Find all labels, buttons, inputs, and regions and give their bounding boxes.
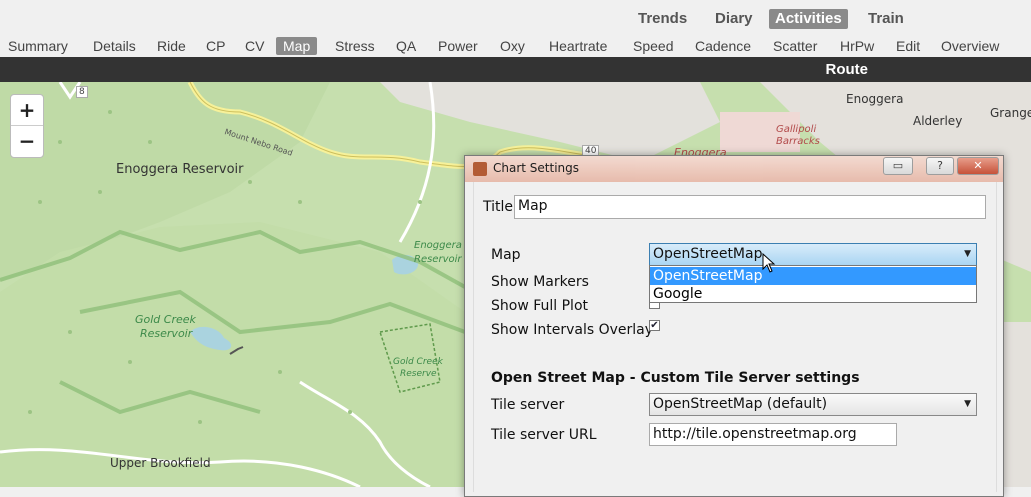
zoom-control: + − [10,94,44,158]
view-train[interactable]: Train [862,9,910,29]
tab-map[interactable]: Map [276,37,318,55]
map-label: Reservoir [140,327,193,340]
mouse-cursor-icon [762,253,776,273]
map-label: Alderley [913,114,963,128]
dialog-titlebar[interactable]: Chart Settings ▭ ? ✕ [465,156,1003,182]
map-label: Upper Brookfield [110,456,211,470]
chart-tabs: Summary Details Ride CP CV Map Stress QA… [0,36,1031,57]
tab-stress[interactable]: Stress [332,37,378,55]
tile-server-value: OpenStreetMap (default) [653,396,828,412]
tile-server-label: Tile server [491,397,565,413]
option-openstreetmap[interactable]: OpenStreetMap [650,267,976,285]
map-label: Barracks [776,136,820,147]
tab-overview[interactable]: Overview [938,37,1002,55]
zoom-out-button[interactable]: − [11,126,43,156]
view-selector: Trends Diary Activities Train [0,0,1031,36]
map-provider-value: OpenStreetMap [653,246,763,262]
tab-power[interactable]: Power [435,37,481,55]
tab-details[interactable]: Details [90,37,139,55]
view-activities[interactable]: Activities [769,9,848,29]
map-label: Enoggera [414,240,462,251]
map-label: Enoggera Reservoir [116,162,244,177]
tab-qa[interactable]: QA [393,37,419,55]
tab-scatter[interactable]: Scatter [770,37,820,55]
show-intervals-checkbox[interactable]: ✔ [649,320,660,331]
tab-cv[interactable]: CV [242,37,267,55]
dialog-title: Chart Settings [493,161,580,175]
tab-hrpw[interactable]: HrPw [837,37,877,55]
tile-url-input[interactable]: http://tile.openstreetmap.org [649,423,897,446]
map-label: Gold Creek [135,313,196,326]
map-label: Gallipoli [776,124,817,135]
tab-oxy[interactable]: Oxy [497,37,528,55]
chevron-down-icon: ▼ [964,399,971,409]
show-intervals-label: Show Intervals Overlay [491,322,654,338]
road-shield: 8 [76,86,88,98]
tab-edit[interactable]: Edit [893,37,923,55]
tab-summary[interactable]: Summary [5,37,71,55]
context-help-icon[interactable]: ▭ [883,157,913,175]
tab-heartrate[interactable]: Heartrate [546,37,610,55]
title-label: Title [483,199,514,215]
map-provider-dropdown: OpenStreetMap Google [649,265,977,303]
tab-ride[interactable]: Ride [154,37,189,55]
tab-cadence[interactable]: Cadence [692,37,754,55]
show-full-plot-label: Show Full Plot [491,298,589,314]
map-label: Map [491,247,521,263]
app-icon [473,162,487,176]
view-diary[interactable]: Diary [709,9,759,29]
map-label: Gold Creek [393,357,443,367]
chart-title-bar: Route [0,57,1031,82]
chart-title: Route [825,61,869,78]
show-markers-label: Show Markers [491,274,589,290]
map-label: Grange [990,106,1031,120]
tile-url-label: Tile server URL [491,427,597,443]
map-label: Reserve [400,369,437,379]
zoom-in-button[interactable]: + [11,95,43,126]
view-trends[interactable]: Trends [632,9,693,29]
close-button[interactable]: ✕ [957,157,999,175]
option-google[interactable]: Google [650,285,976,303]
chevron-down-icon: ▼ [964,249,971,259]
tab-cp[interactable]: CP [203,37,228,55]
help-button[interactable]: ? [926,157,954,175]
section-heading: Open Street Map - Custom Tile Server set… [491,370,860,386]
tile-server-select[interactable]: OpenStreetMap (default) ▼ [649,393,977,416]
map-label: Enoggera [846,92,904,106]
map-label: Reservoir [414,254,462,265]
tab-speed[interactable]: Speed [630,37,676,55]
title-input[interactable]: Map [514,195,986,219]
map-provider-select[interactable]: OpenStreetMap ▼ [649,243,977,267]
